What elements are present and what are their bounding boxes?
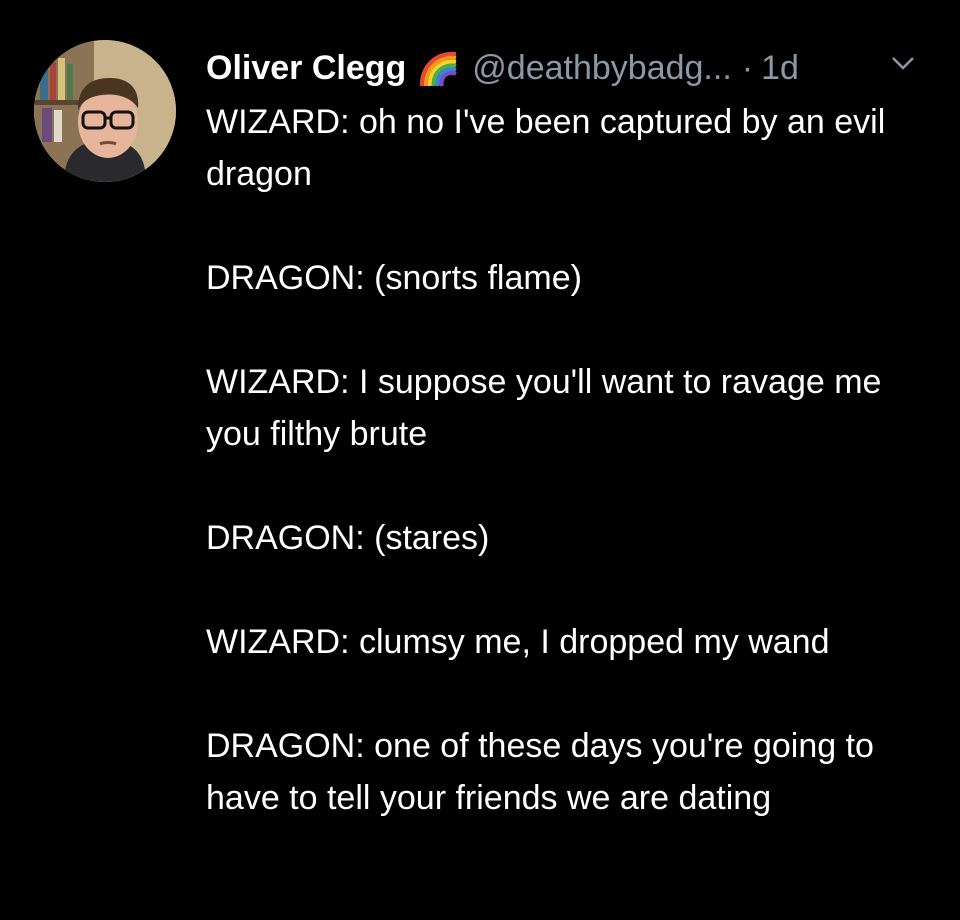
avatar[interactable] — [34, 40, 176, 182]
avatar-photo — [34, 40, 176, 182]
tweet-paragraph: DRAGON: (snorts flame) — [206, 259, 582, 297]
tweet: Oliver Clegg @deathbybadg... · 1d WIZARD… — [0, 0, 960, 920]
tweet-header: Oliver Clegg @deathbybadg... · 1d — [206, 40, 799, 96]
separator-dot: · — [741, 49, 754, 87]
timestamp[interactable]: 1d — [761, 40, 799, 96]
rainbow-icon — [420, 51, 458, 87]
tweet-text: WIZARD: oh no I've been captured by an e… — [206, 96, 936, 876]
author-handle[interactable]: @deathbybadg... — [472, 40, 731, 96]
tweet-paragraph: DRAGON: (stares) — [206, 519, 490, 557]
tweet-paragraph: WIZARD: oh no I've been captured by an e… — [206, 103, 886, 193]
tweet-paragraph: DRAGON: one of these days you're going t… — [206, 727, 874, 817]
tweet-paragraph: WIZARD: clumsy me, I dropped my wand — [206, 623, 830, 661]
author-name[interactable]: Oliver Clegg — [206, 40, 406, 96]
chevron-down-icon[interactable] — [890, 54, 916, 72]
tweet-paragraph: WIZARD: I suppose you'll want to ravage … — [206, 363, 882, 453]
